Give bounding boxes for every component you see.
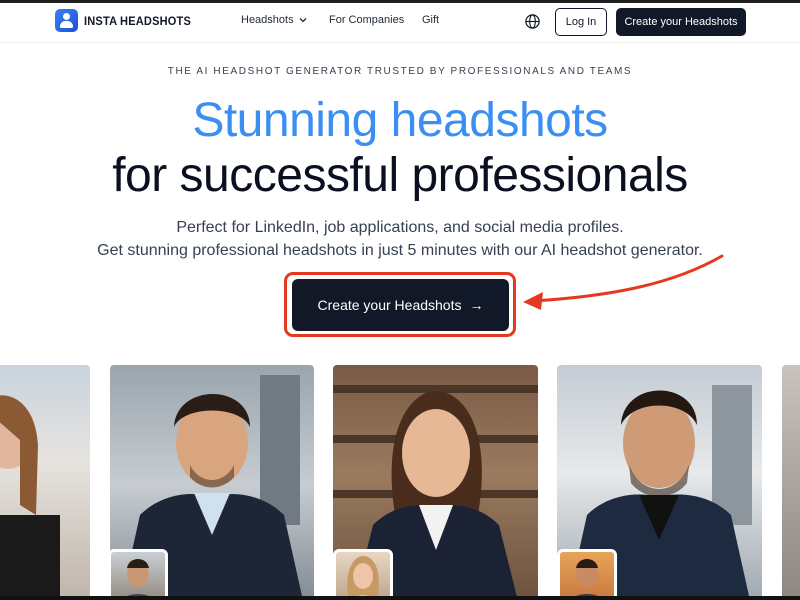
- headshot-card: [782, 365, 800, 600]
- brand-name: INSTA HEADSHOTS: [84, 13, 192, 28]
- hero-eyebrow: THE AI HEADSHOT GENERATOR TRUSTED BY PRO…: [167, 66, 633, 77]
- nav-link-label: For Companies: [329, 14, 405, 26]
- login-button[interactable]: Log In: [555, 8, 607, 36]
- top-navigation: INSTA HEADSHOTS Headshots For Companies …: [0, 3, 800, 43]
- source-selfie-thumbnail: [333, 549, 393, 600]
- nav-link-headshots[interactable]: Headshots: [241, 14, 308, 26]
- headshot-card: [0, 365, 90, 600]
- nav-link-label: Gift: [422, 14, 440, 26]
- hero-subtitle-line1: Perfect for LinkedIn, job applications, …: [176, 219, 624, 236]
- thumbnail-photo: [120, 559, 156, 600]
- source-selfie-thumbnail: [557, 549, 617, 600]
- create-headshots-cta-button[interactable]: Create your Headshots →: [292, 279, 509, 331]
- arrow-right-icon: →: [469, 297, 484, 313]
- chevron-down-icon: [299, 18, 307, 23]
- cta-label: Create your Headshots: [317, 297, 462, 313]
- logo-icon: [55, 9, 78, 32]
- globe-icon[interactable]: [524, 13, 541, 30]
- window-frame-bottom: [0, 596, 800, 600]
- source-selfie-thumbnail: [108, 549, 168, 600]
- thumbnail-photo: [569, 559, 605, 600]
- nav-link-label: Headshots: [241, 14, 294, 26]
- nav-link-for-companies[interactable]: For Companies: [329, 14, 404, 26]
- headshot-photo: [0, 395, 60, 600]
- create-headshots-nav-button[interactable]: Create your Headshots: [616, 8, 746, 36]
- nav-link-gift[interactable]: Gift: [422, 14, 439, 26]
- thumbnail-photo: [347, 556, 379, 600]
- brand-logo[interactable]: INSTA HEADSHOTS: [55, 9, 200, 32]
- hero-title-line1: Stunning headshots: [192, 94, 608, 147]
- annotation-arrow: [523, 254, 724, 310]
- hero-title-line2: for successful professionals: [112, 149, 688, 202]
